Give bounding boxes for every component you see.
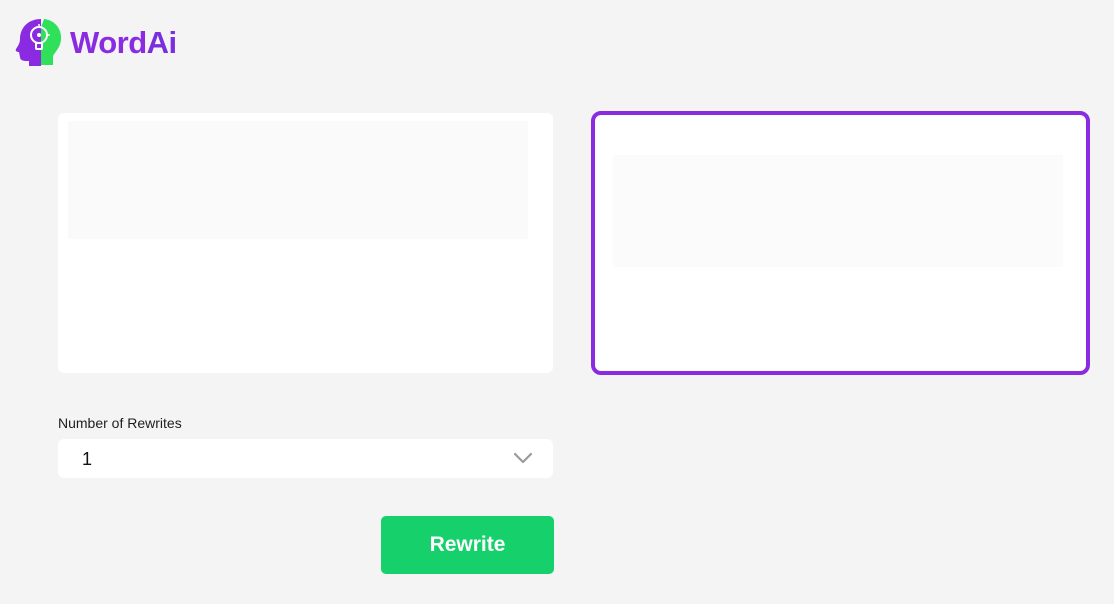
logo-ai: Ai: [146, 24, 178, 60]
output-text-panel[interactable]: [591, 111, 1090, 375]
wordai-logo[interactable]: Word Ai: [14, 16, 177, 68]
output-panel-shade: [613, 155, 1063, 267]
wordai-rewriter-page: Word Ai Number of Rewrites 1 Rewrite: [0, 0, 1114, 604]
rewrites-label: Number of Rewrites: [58, 415, 182, 431]
rewrites-select[interactable]: 1: [58, 439, 553, 478]
rewrite-button[interactable]: Rewrite: [381, 516, 554, 574]
input-textarea[interactable]: [58, 113, 553, 373]
input-text-panel[interactable]: [58, 113, 553, 373]
rewrites-selected-value: 1: [82, 449, 93, 469]
chevron-down-icon: [513, 452, 533, 464]
wordai-wordmark: Word Ai: [70, 27, 177, 58]
head-lightbulb-icon: [15, 19, 62, 66]
logo-word: Word: [70, 24, 147, 60]
